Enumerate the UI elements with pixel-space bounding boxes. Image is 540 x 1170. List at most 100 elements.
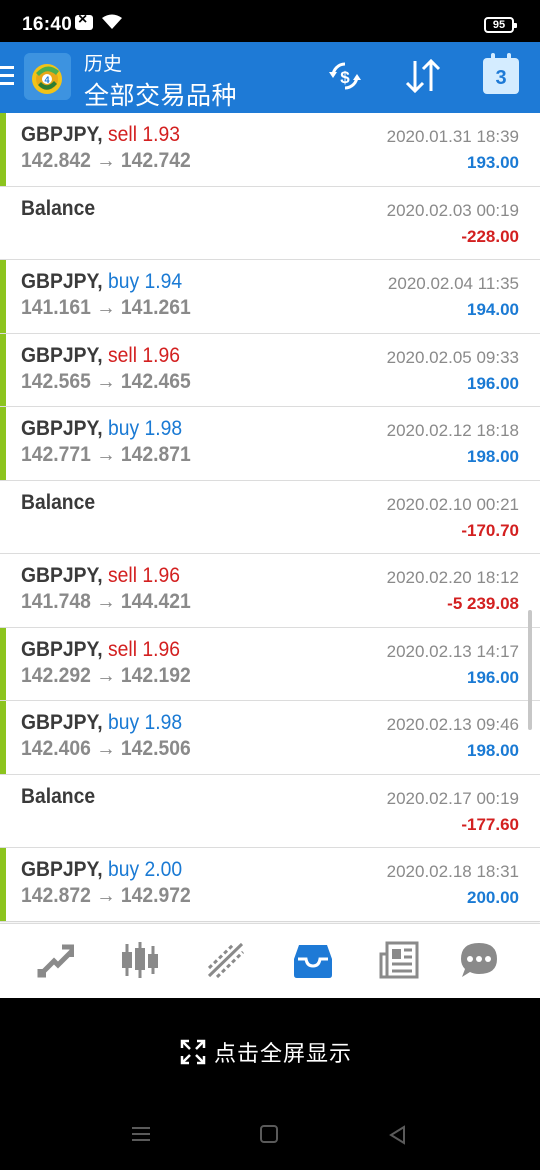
close-price: 144.421	[120, 590, 191, 613]
home-icon[interactable]	[260, 1125, 278, 1143]
nav-history[interactable]	[292, 939, 334, 981]
close-price: 142.742	[120, 149, 191, 172]
open-price: 142.771	[21, 443, 91, 466]
arrow-icon: →	[96, 663, 116, 687]
trade-row[interactable]: GBPJPY, buy 2.00 142.872 → 142.972 2020.02…	[0, 848, 540, 922]
svg-text:4: 4	[44, 75, 49, 85]
balance-label: Balance	[21, 196, 96, 220]
arrow-icon: →	[96, 149, 116, 172]
symbol: GBPJPY,	[21, 343, 103, 367]
sort-button[interactable]	[400, 54, 446, 98]
trade-row[interactable]: GBPJPY, buy 1.98 142.406 → 142.506 2020.02…	[0, 701, 540, 775]
scrollbar[interactable]	[528, 610, 532, 730]
trade-title: GBPJPY, buy 1.94	[21, 270, 182, 294]
trade-side: buy	[107, 858, 140, 881]
symbol: GBPJPY,	[21, 711, 103, 734]
expand-icon	[180, 1039, 206, 1065]
balance-row[interactable]: Balance 2020.02.10 00:21 -170.70	[0, 480, 540, 554]
balance-row[interactable]: Balance 2020.02.17 00:19 -177.60	[0, 774, 540, 848]
trade-row[interactable]: GBPJPY, buy 1.98 142.771 → 142.871 2020.02…	[0, 407, 540, 481]
fullscreen-label: 点击全屏显示	[214, 1041, 353, 1066]
profit-indicator-bar	[0, 113, 6, 186]
nav-trade[interactable]	[205, 939, 247, 981]
nav-messages[interactable]	[458, 939, 500, 981]
history-list[interactable]: GBPJPY, sell 1.93 142.842 → 142.742 2020.0…	[0, 113, 540, 923]
app-header: 4 历史 全部交易品种 $ 3	[0, 42, 540, 113]
profit-value: 196.00	[467, 373, 519, 393]
currency-toggle-button[interactable]: $	[322, 54, 368, 98]
trade-side: buy	[107, 417, 140, 440]
trade-date: 2020.02.10 00:21	[386, 494, 519, 514]
nav-news[interactable]	[378, 939, 420, 981]
price-range: 142.842 → 142.742	[21, 149, 191, 173]
profit-value: 198.00	[467, 741, 519, 760]
trade-row[interactable]: GBPJPY, sell 1.96 142.292 → 142.192 2020.0…	[0, 627, 540, 701]
calendar-button[interactable]: 3	[478, 53, 524, 98]
calendar-icon: 3	[483, 53, 519, 94]
trade-date: 2020.02.05 09:33	[386, 347, 519, 367]
close-price: 142.192	[120, 663, 191, 687]
status-time: 16:40	[22, 14, 73, 35]
history-inbox-icon	[294, 945, 332, 978]
trade-date: 2020.02.12 18:18	[386, 421, 519, 440]
wifi-icon	[102, 14, 122, 29]
back-icon[interactable]	[388, 1125, 406, 1145]
nav-chart[interactable]	[119, 939, 161, 981]
symbol: GBPJPY,	[21, 564, 103, 587]
metatrader-logo-icon[interactable]: 4	[24, 53, 71, 100]
price-range: 141.748 → 144.421	[21, 590, 191, 614]
profit-indicator-bar	[0, 701, 6, 774]
profit-indicator-bar	[0, 848, 6, 921]
trade-volume: 1.96	[142, 564, 180, 587]
arrow-icon: →	[96, 737, 116, 760]
trade-side: buy	[107, 711, 140, 734]
trade-side: sell	[107, 343, 137, 367]
trade-date: 2020.02.03 00:19	[386, 200, 519, 220]
trade-row[interactable]: GBPJPY, sell 1.93 142.842 → 142.742 2020.0…	[0, 113, 540, 187]
svg-text:$: $	[340, 68, 350, 87]
trade-side: buy	[107, 270, 140, 293]
trade-date: 2020.01.31 18:39	[386, 127, 519, 146]
trade-date: 2020.02.13 14:17	[386, 641, 519, 661]
close-price: 142.972	[120, 884, 191, 907]
profit-value: -170.70	[461, 520, 519, 540]
close-price: 142.506	[120, 737, 191, 760]
nav-quotes[interactable]	[34, 939, 76, 981]
profit-value: -5 239.08	[447, 594, 519, 613]
menu-icon[interactable]	[0, 66, 14, 86]
trade-row[interactable]: GBPJPY, sell 1.96 142.565 → 142.465 2020.0…	[0, 333, 540, 407]
open-price: 142.292	[21, 663, 91, 687]
trade-icon	[207, 942, 245, 979]
close-price: 142.871	[120, 443, 191, 466]
bottom-nav	[0, 923, 540, 998]
trade-date: 2020.02.18 18:31	[386, 862, 519, 881]
arrow-icon: →	[96, 590, 116, 613]
trade-volume: 1.98	[144, 711, 183, 734]
trade-title: GBPJPY, buy 2.00	[21, 858, 182, 882]
page-title[interactable]: 全部交易品种	[84, 76, 237, 112]
fullscreen-button[interactable]: 点击全屏显示	[180, 1036, 352, 1068]
profit-value: -177.60	[461, 814, 519, 834]
trade-side: sell	[107, 564, 137, 587]
arrow-icon: →	[96, 296, 116, 319]
trade-volume: 1.96	[142, 637, 180, 661]
balance-label: Balance	[21, 784, 96, 808]
trade-date: 2020.02.13 09:46	[386, 715, 519, 734]
fullscreen-prompt-bar: 点击全屏显示	[0, 998, 540, 1098]
trade-row[interactable]: GBPJPY, sell 1.96 141.748 → 144.421 2020.0…	[0, 554, 540, 628]
trade-row[interactable]: GBPJPY, buy 1.94 141.161 → 141.261 2020.02…	[0, 260, 540, 334]
profit-value: 194.00	[467, 300, 519, 319]
recent-apps-icon[interactable]	[131, 1125, 151, 1143]
price-range: 142.872 → 142.972	[21, 884, 191, 908]
notification-icon	[75, 11, 93, 30]
profit-indicator-bar	[0, 260, 6, 333]
open-price: 141.161	[21, 296, 91, 319]
close-price: 142.465	[120, 369, 191, 393]
balance-row[interactable]: Balance 2020.02.03 00:19 -228.00	[0, 186, 540, 260]
open-price: 142.872	[21, 884, 91, 907]
trade-title: GBPJPY, sell 1.96	[21, 344, 180, 368]
trade-volume: 1.94	[144, 270, 183, 293]
open-price: 142.406	[21, 737, 91, 760]
battery-level: 95	[492, 19, 506, 31]
currency-exchange-icon: $	[329, 62, 361, 90]
